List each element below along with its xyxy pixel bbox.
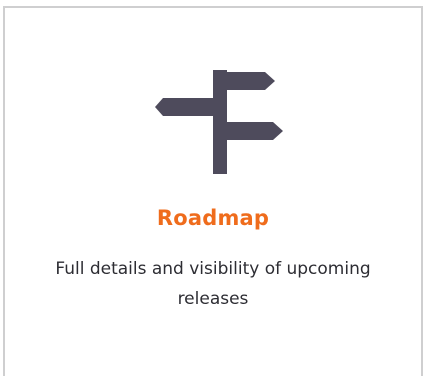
feature-title: Roadmap — [156, 206, 270, 230]
feature-description: Full details and visibility of upcoming … — [55, 259, 371, 309]
feature-card: Roadmap Full details and visibility of u… — [3, 6, 423, 376]
signpost-icon — [155, 68, 285, 176]
